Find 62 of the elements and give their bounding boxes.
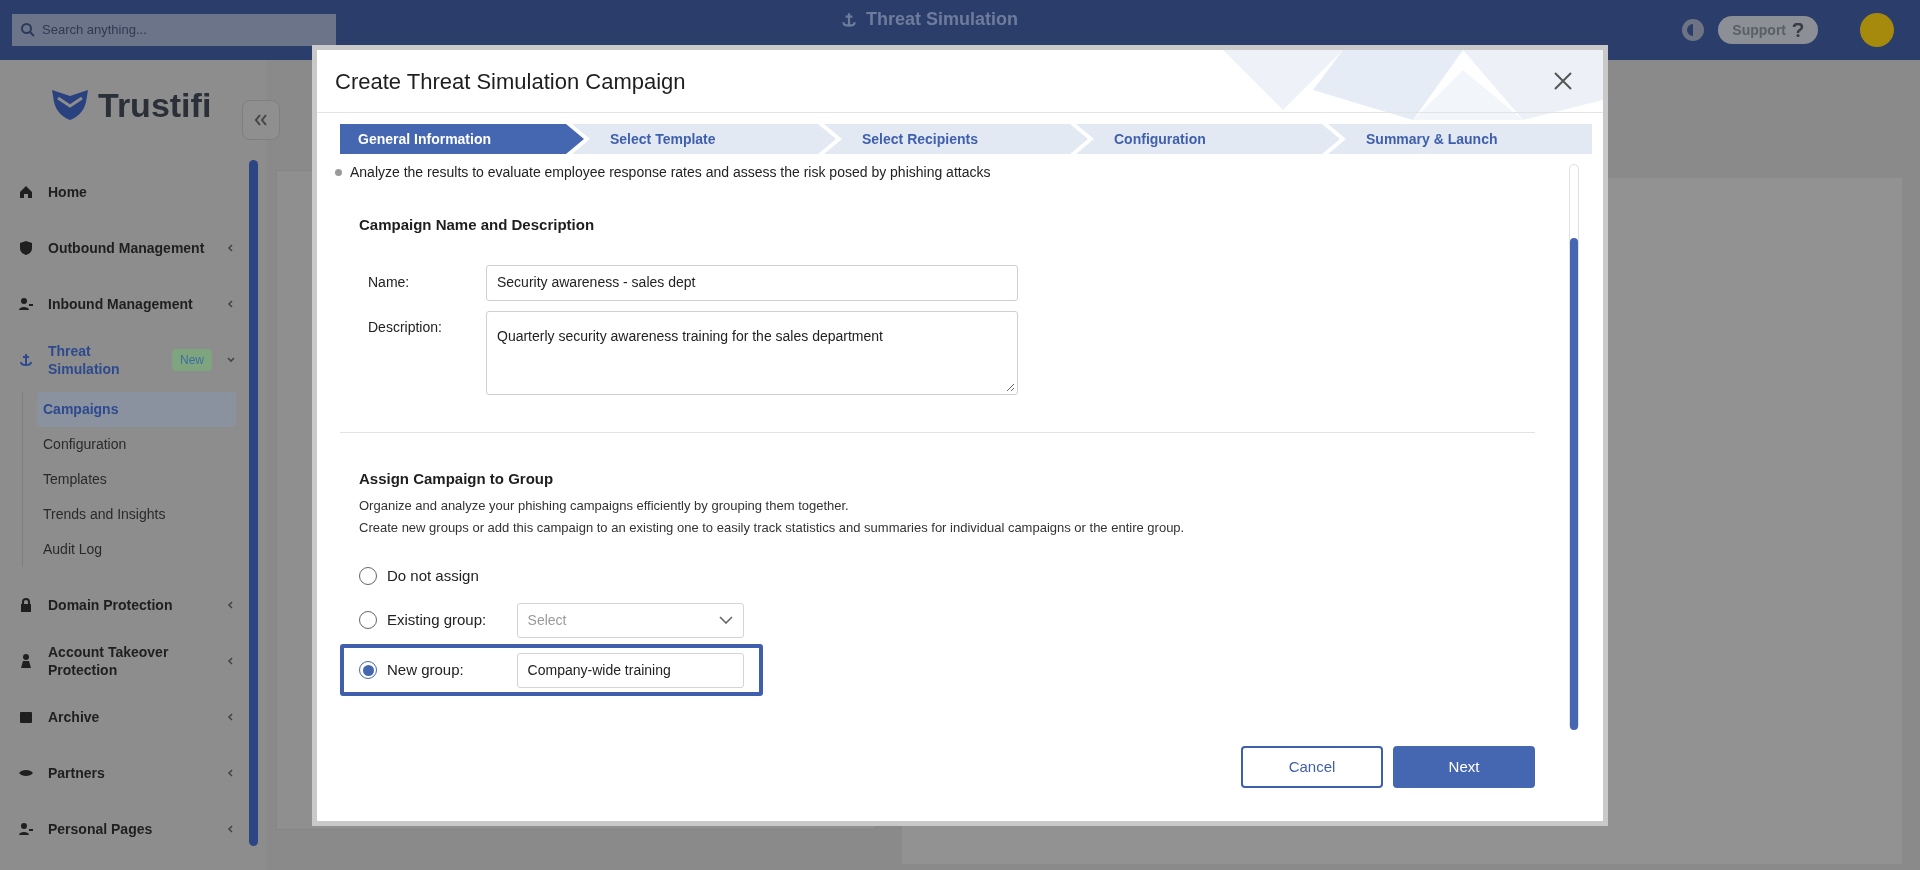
double-chevron-left-icon xyxy=(254,114,268,126)
sidebar-subitem[interactable]: Templates xyxy=(37,462,236,497)
logo-text: Trustifi xyxy=(98,88,212,122)
sidebar-item[interactable]: Account Takeover Protection xyxy=(18,633,236,689)
search-field[interactable]: Search anything... xyxy=(12,14,336,46)
scrollbar-thumb[interactable] xyxy=(1570,238,1578,730)
sidebar-item[interactable]: Outbound Management xyxy=(18,220,236,276)
sidebar-item[interactable]: Home xyxy=(18,164,236,220)
close-icon xyxy=(1553,71,1573,91)
option-label: New group: xyxy=(387,659,465,680)
next-button[interactable]: Next xyxy=(1393,746,1535,788)
bullet-text: Analyze the results to evaluate employee response rates and assess the risk posed by phishing attacks xyxy=(350,163,991,182)
new-badge: New xyxy=(172,349,212,371)
collapse-button[interactable] xyxy=(242,100,280,140)
sidebar-subitem[interactable]: Configuration xyxy=(37,427,236,462)
bullet-icon xyxy=(335,169,342,176)
group-name-field[interactable]: Company-wide training xyxy=(516,652,744,688)
contrast-icon xyxy=(1680,17,1707,43)
page-title: Threat Simulation xyxy=(866,8,1018,31)
description-field[interactable]: Quarterly security awareness training for the sales department xyxy=(486,310,1018,395)
wizard-step[interactable]: Select Recipients xyxy=(824,124,1088,154)
person-icon xyxy=(18,653,34,669)
user-icon xyxy=(18,821,34,837)
help-icon xyxy=(1792,23,1804,37)
wizard-step[interactable]: Select Template xyxy=(572,124,836,154)
scrollbar-thumb[interactable] xyxy=(249,160,258,846)
name-field[interactable]: Security awareness - sales dept xyxy=(486,264,1018,301)
sidebar-item[interactable]: Inbound Management xyxy=(18,276,236,332)
option-label: Do not assign xyxy=(387,565,480,586)
sidebar-subitem[interactable]: Campaigns xyxy=(37,392,236,427)
avatar[interactable] xyxy=(1860,13,1894,47)
field-label: Description: xyxy=(368,317,443,337)
shield-logo-icon xyxy=(50,88,90,122)
sidebar-item[interactable]: Archive xyxy=(18,689,236,745)
shield-icon xyxy=(18,240,34,256)
sidebar-subitem[interactable]: Trends and Insights xyxy=(37,497,236,532)
section-heading: Assign Campaign to Group xyxy=(359,468,555,489)
cancel-button[interactable]: Cancel xyxy=(1241,746,1383,788)
anchor-icon xyxy=(18,352,34,368)
sidebar-item[interactable]: Domain Protection xyxy=(18,577,236,633)
wizard-step[interactable]: Configuration xyxy=(1076,124,1340,154)
dialog-title: Create Threat Simulation Campaign xyxy=(335,67,686,96)
resize-handle-icon xyxy=(1006,382,1015,392)
lock-icon xyxy=(18,597,34,613)
user-icon xyxy=(18,296,34,312)
group-select[interactable]: Select xyxy=(516,602,744,638)
sidebar-item[interactable]: Personal Pages xyxy=(18,801,236,857)
description-text: Organize and analyze your phishing campaigns efficiently by grouping them together. xyxy=(359,497,850,515)
section-heading: Campaign Name and Description xyxy=(359,215,596,235)
search-icon xyxy=(20,22,36,38)
sidebar-subitem[interactable]: Audit Log xyxy=(37,532,236,567)
sidebar-item[interactable]: Threat Simulation New xyxy=(18,332,236,388)
description-text: Create new groups or add this campaign to an existing one to easily track statistics and summaries for individual campaigns or the entire group. xyxy=(359,519,1186,537)
wizard-step[interactable]: Summary & Launch xyxy=(1328,124,1592,154)
field-label: Name: xyxy=(368,273,411,292)
box-icon xyxy=(18,709,34,725)
anchor-icon xyxy=(840,10,858,29)
option-label: Existing group: xyxy=(387,609,488,630)
sidebar-item[interactable]: Partners xyxy=(18,745,236,801)
home-icon xyxy=(18,184,34,200)
chevron-down-icon xyxy=(719,616,733,624)
wizard-step[interactable]: General Information xyxy=(340,124,584,154)
